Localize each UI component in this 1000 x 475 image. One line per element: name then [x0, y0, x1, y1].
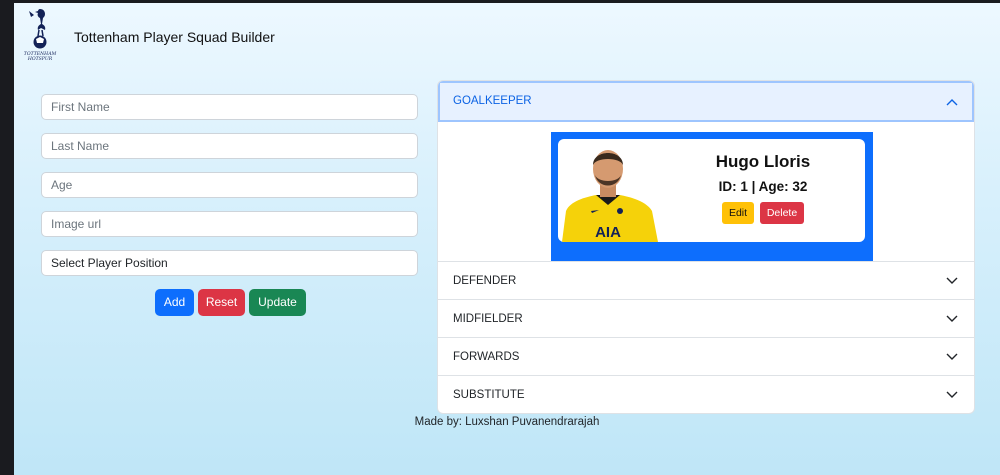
accordion-header-defender[interactable]: DEFENDER — [438, 261, 974, 299]
player-position-select[interactable]: Select Player Position — [41, 250, 418, 276]
chevron-down-icon — [946, 353, 958, 360]
delete-player-button[interactable]: Delete — [760, 202, 804, 224]
last-name-input[interactable] — [41, 133, 418, 159]
first-name-input[interactable] — [41, 94, 418, 120]
chevron-down-icon — [946, 277, 958, 284]
position-accordion: GOALKEEPER AIA Hugo Lloris ID: 1 | Age: … — [437, 80, 975, 414]
chevron-down-icon — [946, 315, 958, 322]
reset-button[interactable]: Reset — [198, 289, 245, 316]
add-button[interactable]: Add — [155, 289, 194, 316]
accordion-label-midfielder: MIDFIELDER — [453, 313, 523, 325]
edit-player-button[interactable]: Edit — [722, 202, 754, 224]
chevron-up-icon — [946, 98, 958, 105]
app-title: Tottenham Player Squad Builder — [74, 29, 275, 45]
app-window: TOTTENHAM HOTSPUR Tottenham Player Squad… — [14, 3, 1000, 475]
accordion-header-goalkeeper[interactable]: GOALKEEPER — [438, 81, 974, 122]
player-photo-image: AIA — [562, 150, 658, 242]
player-card: AIA Hugo Lloris ID: 1 | Age: 32 Edit Del… — [551, 132, 873, 262]
accordion-label-substitute: SUBSTITUTE — [453, 389, 525, 401]
player-card-body: AIA Hugo Lloris ID: 1 | Age: 32 Edit Del… — [558, 139, 865, 242]
tottenham-logo-icon: TOTTENHAM HOTSPUR — [24, 9, 57, 62]
player-name: Hugo Lloris — [715, 152, 811, 171]
accordion-label-defender: DEFENDER — [453, 275, 517, 287]
player-meta: ID: 1 | Age: 32 — [718, 179, 808, 194]
footer-credit: Made by: Luxshan Puvanendrarajah — [414, 416, 600, 428]
age-input[interactable] — [41, 172, 418, 198]
chevron-down-icon — [946, 391, 958, 398]
accordion-header-forwards[interactable]: FORWARDS — [438, 337, 974, 375]
accordion-label-forwards: FORWARDS — [453, 351, 520, 363]
svg-text:HOTSPUR: HOTSPUR — [27, 56, 53, 62]
accordion-label-goalkeeper: GOALKEEPER — [453, 95, 532, 107]
update-button[interactable]: Update — [249, 289, 306, 316]
svg-text:AIA: AIA — [595, 224, 621, 241]
accordion-header-substitute[interactable]: SUBSTITUTE — [438, 375, 974, 413]
image-url-input[interactable] — [41, 211, 418, 237]
accordion-header-midfielder[interactable]: MIDFIELDER — [438, 299, 974, 337]
